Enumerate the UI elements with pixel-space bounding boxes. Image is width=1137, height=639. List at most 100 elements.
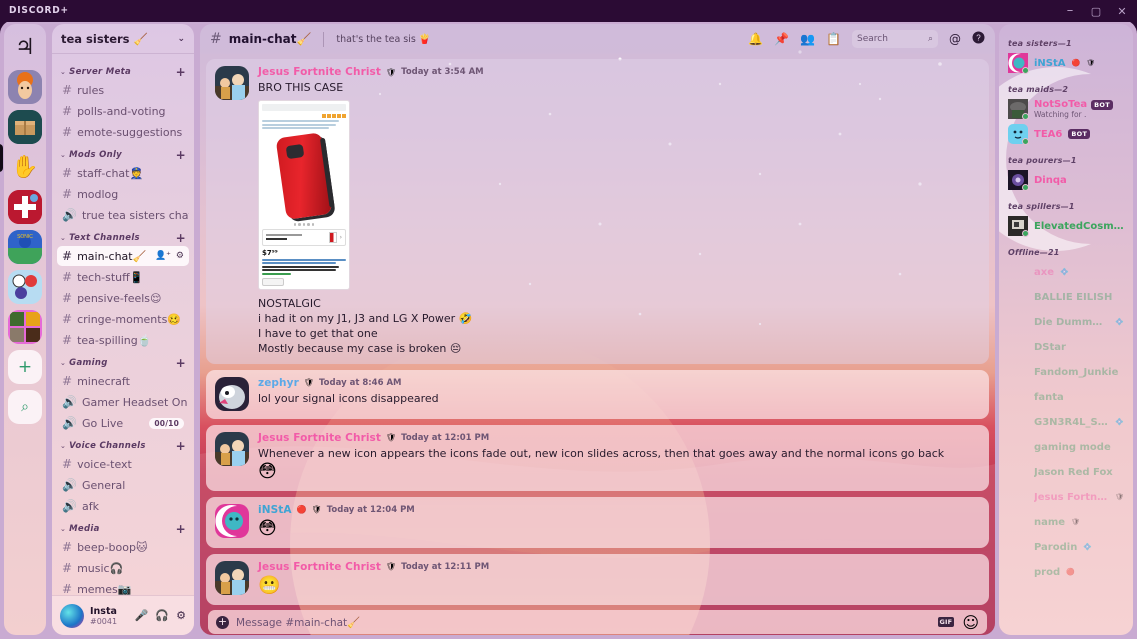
sidebar-item-main-chat[interactable]: # main-chat🧹 👤⁺ ⚙ <box>57 246 189 266</box>
sidebar-item-gamer-headset-on[interactable]: 🔊 Gamer Headset On <box>57 392 189 412</box>
headset-icon[interactable]: 🎧 <box>155 609 169 622</box>
member-list[interactable]: tea sisters—1 iNStA 🔴 🛡 tea maids—2 NotS… <box>999 24 1133 635</box>
sidebar-item-afk[interactable]: 🔊 afk <box>57 496 189 516</box>
add-channel-icon[interactable]: + <box>176 149 186 161</box>
sidebar-item-cringe-moments[interactable]: # cringe-moments🥴 <box>57 309 189 329</box>
explore-servers-button[interactable]: ⌕ <box>8 390 42 424</box>
gear-icon[interactable]: ⚙ <box>176 609 186 622</box>
message-author[interactable]: Jesus Fortnite Christ <box>258 561 381 573</box>
add-attachment-button[interactable]: + <box>216 615 229 629</box>
category-text-channels[interactable]: ⌄ Text Channels + <box>52 226 194 245</box>
sidebar-item-music[interactable]: # music🎧 <box>57 558 189 578</box>
category-media[interactable]: ⌄ Media + <box>52 517 194 536</box>
quantity-stepper[interactable] <box>262 277 284 286</box>
message-composer[interactable]: + Message #main-chat🧹 GIF ☺ <box>208 610 987 634</box>
member-item[interactable]: TEA6 BOT <box>999 122 1133 146</box>
server-icon-ginger-face[interactable] <box>8 70 42 104</box>
category-server-meta[interactable]: ⌄ Server Meta + <box>52 60 194 79</box>
member-item[interactable]: name 🛡 <box>999 510 1133 534</box>
pin-icon[interactable]: 📌 <box>774 32 789 46</box>
members-icon[interactable]: 👥 <box>800 32 815 46</box>
member-item[interactable]: Parodin 💠 <box>999 535 1133 559</box>
member-item[interactable]: ElevatedCosmonaut <box>999 214 1133 238</box>
avatar[interactable] <box>215 431 249 466</box>
sidebar-item-beep-boop[interactable]: # beep-boop🐱 <box>57 537 189 557</box>
add-channel-icon[interactable]: + <box>176 66 186 78</box>
member-item[interactable]: gaming mode <box>999 435 1133 459</box>
member-item[interactable]: DStar <box>999 335 1133 359</box>
inbox-icon[interactable]: 📋 <box>826 32 841 46</box>
message-list[interactable]: Jesus Fortnite Christ 🛡 Today at 3:54 AM… <box>200 54 995 610</box>
member-item[interactable]: G3N3R4L_S3TTIN… 💠 <box>999 410 1133 434</box>
mentions-icon[interactable]: @ <box>949 32 961 46</box>
add-server-button[interactable]: + <box>8 350 42 384</box>
sidebar-item-memes[interactable]: # memes📷 <box>57 579 189 595</box>
gear-icon[interactable]: ⚙ <box>176 251 184 261</box>
maximize-button[interactable]: ▢ <box>1083 0 1109 22</box>
member-item[interactable]: NotSoTea BOT Watching for . <box>999 97 1133 121</box>
avatar[interactable] <box>215 560 249 595</box>
color-selector[interactable]: › <box>262 228 346 246</box>
add-channel-icon[interactable]: + <box>176 523 186 535</box>
member-item[interactable]: iNStA 🔴 🛡 <box>999 51 1133 75</box>
minimize-button[interactable]: – <box>1057 0 1083 22</box>
home-button[interactable]: ♃ <box>8 30 42 64</box>
sidebar-item-emote-suggestions[interactable]: # emote-suggestions <box>57 122 189 142</box>
message-author[interactable]: Jesus Fortnite Christ <box>258 432 381 444</box>
member-item[interactable]: axe 💠 <box>999 260 1133 284</box>
avatar[interactable] <box>215 503 249 538</box>
member-item[interactable]: Dinqa <box>999 168 1133 192</box>
server-icon-group-pink[interactable] <box>8 310 42 344</box>
message-attachment-image[interactable]: › $7⁹⁹ <box>258 100 350 290</box>
sidebar-item-staff-chat[interactable]: # staff-chat👮 <box>57 163 189 183</box>
add-channel-icon[interactable]: + <box>176 440 186 452</box>
sidebar-item-voice-text[interactable]: # voice-text <box>57 454 189 474</box>
member-item[interactable]: fanta <box>999 385 1133 409</box>
server-icon-box[interactable] <box>8 110 42 144</box>
member-item[interactable]: Jason Red Fox <box>999 460 1133 484</box>
sidebar-item-tea-spilling[interactable]: # tea-spilling🍵 <box>57 330 189 350</box>
category-mods-only[interactable]: ⌄ Mods Only + <box>52 143 194 162</box>
member-item[interactable]: Jesus Fortnite Ch… 🛡 <box>999 485 1133 509</box>
gif-button[interactable]: GIF <box>937 617 955 627</box>
member-item[interactable]: prod 🔴 <box>999 560 1133 584</box>
bell-icon[interactable]: 🔔 <box>748 32 763 46</box>
search-input[interactable]: Search ⌕ <box>852 30 938 48</box>
emoji-picker-icon[interactable]: ☺ <box>962 613 979 632</box>
category-label: Mods Only <box>69 150 123 160</box>
server-icon-sonic[interactable]: SONIC <box>8 230 42 264</box>
server-icon-hands[interactable]: ✋ <box>8 150 42 184</box>
member-item[interactable]: Die Dummheitssta… 💠 <box>999 310 1133 334</box>
invite-member-icon[interactable]: 👤⁺ <box>155 251 171 261</box>
avatar[interactable] <box>60 603 84 628</box>
add-channel-icon[interactable]: + <box>176 357 186 369</box>
category-gaming[interactable]: ⌄ Gaming + <box>52 351 194 370</box>
microphone-muted-icon[interactable]: 🎤 <box>135 609 149 622</box>
avatar[interactable] <box>215 376 249 411</box>
message-input[interactable]: Message #main-chat🧹 <box>236 616 360 629</box>
sidebar-item-rules[interactable]: # rules <box>57 80 189 100</box>
member-item[interactable]: Fandom_Junkie <box>999 360 1133 384</box>
category-voice-channels[interactable]: ⌄ Voice Channels + <box>52 434 194 453</box>
add-channel-icon[interactable]: + <box>176 232 186 244</box>
sidebar-item-modlog[interactable]: # modlog <box>57 184 189 204</box>
sidebar-item-pensive-feels[interactable]: # pensive-feels😌 <box>57 288 189 308</box>
sidebar-item-minecraft[interactable]: # minecraft <box>57 371 189 391</box>
help-icon[interactable]: ? <box>972 31 985 47</box>
sidebar-item-general[interactable]: 🔊 General <box>57 475 189 495</box>
sidebar-item-polls-and-voting[interactable]: # polls-and-voting <box>57 101 189 121</box>
message-author[interactable]: zephyr <box>258 377 299 389</box>
sidebar-item-tech-stuff[interactable]: # tech-stuff📱 <box>57 267 189 287</box>
server-header[interactable]: tea sisters 🧹 ⌄ <box>52 24 194 54</box>
member-item[interactable]: BALLIE EILISH <box>999 285 1133 309</box>
channel-list[interactable]: ⌄ Server Meta + # rules # polls-and-voti… <box>52 54 194 595</box>
close-button[interactable]: ✕ <box>1109 0 1135 22</box>
avatar[interactable] <box>215 66 249 100</box>
message-author[interactable]: iNStA <box>258 504 292 516</box>
sidebar-item-true-tea-sisters-chat[interactable]: 🔊 true tea sisters chat 🧹 <box>57 205 189 225</box>
speaker-icon: 🔊 <box>62 395 77 409</box>
server-icon-red-plus[interactable] <box>8 190 42 224</box>
server-icon-group-blue[interactable] <box>8 270 42 304</box>
sidebar-item-go-live[interactable]: 🔊 Go Live 00/10 <box>57 413 189 433</box>
message-author[interactable]: Jesus Fortnite Christ <box>258 66 381 78</box>
